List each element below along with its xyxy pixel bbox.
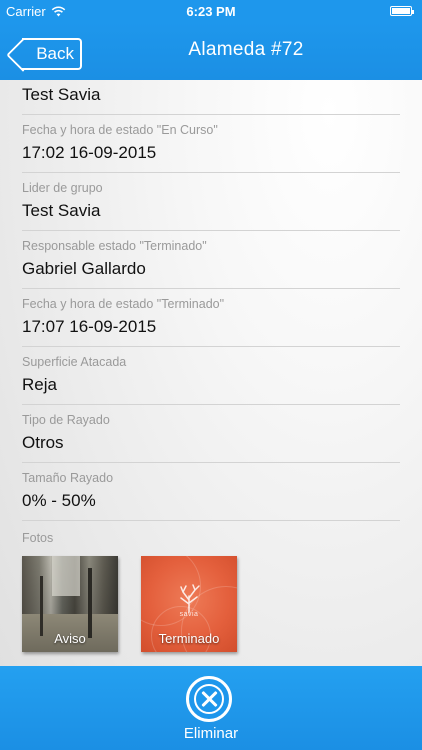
field-value: Otros	[22, 433, 64, 452]
battery-icon	[390, 6, 414, 16]
back-button-label: Back	[36, 44, 74, 63]
field-value: 17:02 16-09-2015	[22, 143, 157, 162]
photo-thumbnail-terminado[interactable]: savia Terminado	[141, 556, 237, 652]
field-group-leader: Lider de grupo Test Savia	[22, 173, 400, 231]
field-label: Responsable estado "Terminado"	[22, 239, 207, 253]
field-value: 17:07 16-09-2015	[22, 317, 157, 336]
photo-thumbnail-aviso[interactable]: Aviso	[22, 556, 118, 652]
partial-row-value: Test Savia	[22, 85, 101, 104]
field-label: Lider de grupo	[22, 181, 103, 195]
bottom-toolbar: Eliminar	[0, 666, 422, 750]
photo-caption: Aviso	[54, 631, 86, 646]
photo-caption: Terminado	[158, 631, 220, 646]
field-value: Gabriel Gallardo	[22, 259, 146, 278]
savia-tree-logo-icon	[180, 584, 200, 613]
field-value: Reja	[22, 375, 57, 394]
navigation-bar: Back Alameda #72	[0, 22, 422, 80]
field-label: Superficie Atacada	[22, 355, 127, 369]
field-terminado-datetime: Fecha y hora de estado "Terminado" 17:07…	[22, 289, 400, 347]
field-superficie-atacada: Superficie Atacada Reja	[22, 347, 400, 405]
field-value: Test Savia	[22, 201, 101, 220]
page-title: Alameda #72	[188, 39, 304, 60]
back-button[interactable]: Back	[22, 38, 82, 70]
photos-label: Fotos	[22, 531, 54, 545]
field-en-curso-datetime: Fecha y hora de estado "En Curso" 17:02 …	[22, 115, 400, 173]
detail-list[interactable]: Test Savia Fecha y hora de estado "En Cu…	[0, 80, 422, 666]
close-circle-icon	[186, 676, 232, 722]
delete-button[interactable]: Eliminar	[0, 666, 422, 750]
field-label: Fecha y hora de estado "En Curso"	[22, 123, 218, 137]
field-tamano-rayado: Tamaño Rayado 0% - 50%	[22, 463, 400, 521]
status-bar: Carrier 6:23 PM	[0, 0, 422, 22]
field-value: 0% - 50%	[22, 491, 96, 510]
photo-logo-text: savia	[179, 611, 199, 618]
photo-sky	[52, 556, 80, 596]
field-responsable-terminado: Responsable estado "Terminado" Gabriel G…	[22, 231, 400, 289]
delete-button-label: Eliminar	[183, 725, 239, 742]
photo-post	[40, 576, 43, 636]
photo-post	[88, 568, 92, 638]
field-label: Tipo de Rayado	[22, 413, 110, 427]
field-tipo-rayado: Tipo de Rayado Otros	[22, 405, 400, 463]
status-time: 6:23 PM	[186, 4, 236, 19]
field-label: Fecha y hora de estado "Terminado"	[22, 297, 225, 311]
field-label: Tamaño Rayado	[22, 471, 114, 485]
